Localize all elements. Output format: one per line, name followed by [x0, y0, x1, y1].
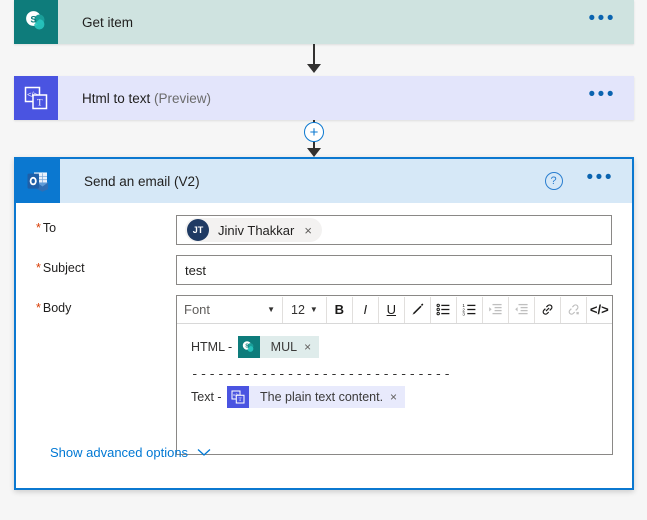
get-item-label: Get item — [82, 14, 134, 30]
font-size-dropdown[interactable]: 12 ▼ — [283, 297, 326, 323]
token-label: The plain text content. — [260, 390, 384, 404]
text-color-button[interactable] — [405, 297, 430, 323]
rich-text-editor: Font ▼ 12 ▼ B I U 1 2 3 </> HTML - S MUL… — [176, 295, 613, 455]
text-line-prefix: Text - — [191, 390, 226, 404]
sharepoint-icon: S — [237, 336, 260, 358]
body-field-control: Font ▼ 12 ▼ B I U 1 2 3 </> HTML - S MUL… — [176, 295, 613, 455]
recipient-name: Jiniv Thakkar — [218, 222, 295, 238]
outdent-button — [509, 297, 534, 323]
html-to-text-icon: </> T — [14, 76, 58, 120]
connector-arrow — [307, 64, 321, 73]
underline-button[interactable]: U — [379, 297, 404, 323]
html-line-prefix: HTML - — [191, 340, 236, 354]
show-advanced-options-button[interactable]: Show advanced options — [50, 445, 211, 460]
html-to-text-icon: </> T — [227, 386, 250, 408]
link-button[interactable] — [535, 297, 560, 323]
connector-line — [313, 44, 315, 66]
bulleted-list-button[interactable] — [431, 297, 456, 323]
outlook-icon — [16, 159, 60, 203]
remove-token-icon[interactable]: × — [304, 340, 319, 354]
email-form: * To JT Jiniv Thakkar × * Subject test *… — [16, 203, 632, 455]
required-marker: * — [36, 261, 41, 275]
code-view-button[interactable]: </> — [587, 297, 612, 323]
italic-button[interactable]: I — [353, 297, 378, 323]
connector-arrow — [307, 148, 321, 157]
to-input[interactable]: JT Jiniv Thakkar × — [176, 215, 612, 245]
action-card-get-item[interactable]: S Get item ••• — [14, 0, 634, 44]
unlink-button — [561, 297, 586, 323]
action-card-title: Html to text (Preview) — [58, 91, 579, 106]
field-row-body: * Body Font ▼ 12 ▼ B I U 1 2 3 </> HTML … — [36, 295, 613, 455]
html-to-text-menu-button[interactable]: ••• — [579, 85, 634, 106]
field-row-subject: * Subject test — [36, 255, 612, 285]
dynamic-content-token-plain-text[interactable]: </> T The plain text content. × — [227, 386, 406, 408]
svg-text:S: S — [245, 343, 249, 349]
text-content-line: Text - </> T — [191, 386, 598, 408]
svg-text:T: T — [37, 97, 43, 107]
subject-field-label: * Subject — [36, 261, 85, 275]
dynamic-content-token-mul[interactable]: S MUL × — [237, 336, 320, 358]
font-family-value: Font — [184, 302, 211, 317]
code-view-label: </> — [589, 302, 609, 317]
preview-badge: (Preview) — [154, 90, 212, 106]
font-family-dropdown[interactable]: Font ▼ — [177, 297, 282, 323]
show-advanced-options-label: Show advanced options — [50, 445, 189, 460]
add-step-button[interactable]: + — [304, 122, 324, 142]
action-card-html-to-text[interactable]: </> T Html to text (Preview) ••• — [14, 76, 634, 120]
token-label: MUL — [270, 340, 298, 354]
html-to-text-label: Html to text — [82, 90, 151, 106]
subject-input[interactable]: test — [176, 255, 612, 285]
action-card-send-an-email: Send an email (V2) ? ••• * To JT Jiniv Th… — [14, 157, 634, 490]
flow-designer-canvas: S Get item ••• </> T Html to text (Previ… — [0, 0, 647, 520]
email-card-menu-button[interactable]: ••• — [577, 168, 632, 189]
avatar: JT — [187, 219, 209, 241]
email-card-header[interactable]: Send an email (V2) ? ••• — [16, 159, 632, 203]
font-size-value: 12 — [291, 302, 305, 317]
subject-field-control: test — [176, 255, 612, 285]
sharepoint-icon: S — [14, 0, 58, 44]
bold-button[interactable]: B — [327, 297, 352, 323]
rich-text-content[interactable]: HTML - S MUL × -------------------------… — [177, 324, 612, 454]
remove-token-icon[interactable]: × — [390, 390, 405, 404]
indent-button — [483, 297, 508, 323]
html-content-line: HTML - S MUL × — [191, 336, 598, 358]
action-card-title: Get item — [58, 15, 579, 30]
required-marker: * — [36, 301, 41, 315]
recipient-chip[interactable]: JT Jiniv Thakkar × — [185, 218, 322, 242]
chevron-down-icon: ▼ — [267, 305, 275, 314]
email-card-title: Send an email (V2) — [84, 173, 200, 189]
numbered-list-button[interactable]: 1 2 3 — [457, 297, 482, 323]
content-separator: ------------------------------ — [191, 368, 453, 382]
to-field-control: JT Jiniv Thakkar × — [176, 215, 612, 245]
field-row-to: * To JT Jiniv Thakkar × — [36, 215, 612, 245]
svg-text:S: S — [30, 14, 36, 25]
remove-recipient-icon[interactable]: × — [304, 223, 320, 238]
help-icon[interactable]: ? — [544, 172, 563, 190]
body-field-label: * Body — [36, 301, 72, 315]
rich-text-toolbar: Font ▼ 12 ▼ B I U 1 2 3 </> — [177, 296, 612, 324]
chevron-down-icon: ▼ — [309, 305, 318, 314]
chevron-down-icon — [197, 445, 211, 460]
get-item-menu-button[interactable]: ••• — [579, 9, 634, 30]
svg-text:3: 3 — [462, 312, 465, 317]
to-field-label: * To — [36, 221, 57, 235]
required-marker: * — [36, 221, 41, 235]
